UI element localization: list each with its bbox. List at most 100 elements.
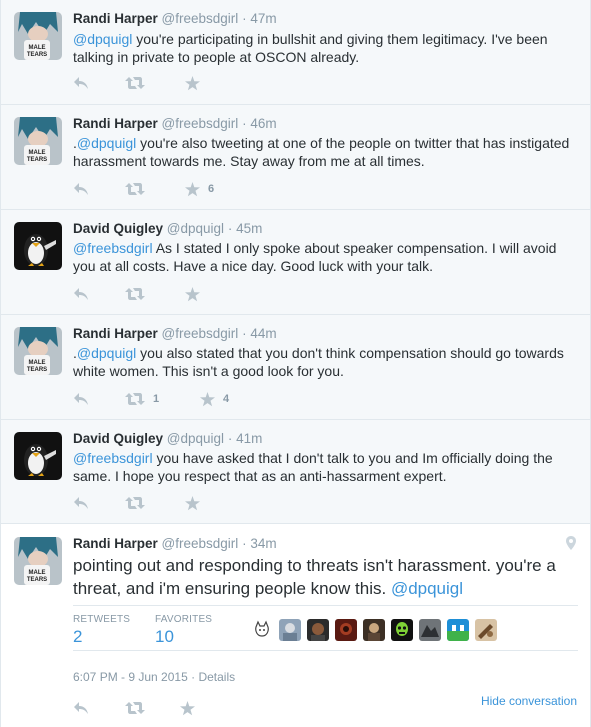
timestamp[interactable]: 44m — [250, 326, 276, 341]
favorite-button[interactable]: 6 — [185, 181, 214, 197]
reply-button[interactable] — [73, 391, 89, 407]
details-link[interactable]: Details — [198, 670, 235, 684]
faver-avatar[interactable] — [279, 619, 301, 641]
faver-avatar[interactable] — [363, 619, 385, 641]
tweet-stats: RETWEETS 2 FAVORITES 10 — [73, 605, 578, 651]
retweet-icon — [125, 392, 145, 406]
retweet-button[interactable]: 1 — [125, 391, 159, 407]
retweets-stat[interactable]: RETWEETS 2 — [73, 614, 130, 647]
timestamp[interactable]: 34m — [250, 536, 276, 551]
reply-button[interactable] — [73, 700, 89, 716]
retweet-icon — [125, 701, 145, 715]
svg-text:TEARS: TEARS — [27, 577, 47, 583]
mention-link[interactable]: @freebsdgirl — [73, 450, 153, 466]
fullname[interactable]: Randi Harper — [73, 536, 158, 551]
retweet-button[interactable] — [125, 286, 145, 302]
username[interactable]: @freebsdgirl — [162, 116, 239, 131]
reply-icon — [73, 701, 89, 715]
separator-dot: · — [242, 326, 247, 341]
reply-button[interactable] — [73, 75, 89, 91]
favorite-button[interactable] — [185, 495, 200, 511]
avatar[interactable]: MALE TEARS — [14, 117, 62, 165]
faver-avatar[interactable] — [447, 619, 469, 641]
fullname[interactable]: Randi Harper — [73, 326, 158, 341]
avatar[interactable] — [14, 432, 62, 480]
fullname[interactable]: Randi Harper — [73, 11, 158, 26]
username[interactable]: @dpquigl — [167, 221, 224, 236]
timestamp[interactable]: 47m — [250, 11, 276, 26]
faver-avatar[interactable] — [391, 619, 413, 641]
mention-link[interactable]: @dpquigl — [77, 135, 136, 151]
tweet[interactable]: MALE TEARS Randi Harper @freebsdgirl · 44… — [1, 315, 590, 420]
full-timestamp[interactable]: 6:07 PM - 9 Jun 2015 — [73, 670, 188, 684]
tweet-text: pointing out and responding to threats i… — [73, 555, 583, 600]
username[interactable]: @freebsdgirl — [162, 326, 239, 341]
avatar[interactable]: MALE TEARS — [14, 327, 62, 375]
reply-button[interactable] — [73, 495, 89, 511]
retweets-value: 2 — [73, 627, 83, 646]
retweet-button[interactable] — [125, 700, 145, 716]
tweet-body: pointing out and responding to threats i… — [73, 556, 556, 598]
faver-avatar[interactable] — [335, 619, 357, 641]
username[interactable]: @dpquigl — [167, 431, 224, 446]
svg-text:TEARS: TEARS — [27, 157, 47, 163]
svg-text:MALE: MALE — [29, 570, 46, 576]
reply-icon — [73, 76, 89, 90]
tweet-meta: 6:07 PM - 9 Jun 2015 · Details — [73, 670, 235, 684]
faver-avatar[interactable] — [475, 619, 497, 641]
mention-link[interactable]: @dpquigl — [391, 579, 463, 598]
favorite-button[interactable] — [185, 286, 200, 302]
tweet-body: you also stated that you don't think com… — [73, 345, 564, 379]
tweet[interactable]: MALE TEARS Randi Harper @freebsdgirl · 46… — [1, 105, 590, 210]
favorite-icon — [200, 391, 215, 407]
username[interactable]: @freebsdgirl — [162, 11, 239, 26]
favorite-icon — [185, 181, 200, 197]
retweet-icon — [125, 182, 145, 196]
tweet[interactable]: David Quigley @dpquigl · 41m @freebsdgir… — [1, 420, 590, 524]
favorites-value: 10 — [155, 627, 174, 646]
tweet-text: .@dpquigl you're also tweeting at one of… — [73, 134, 578, 170]
tweet-header: Randi Harper @freebsdgirl · 46m — [73, 116, 277, 131]
avatar[interactable] — [14, 222, 62, 270]
favorites-label: FAVORITES — [155, 614, 213, 625]
mention-link[interactable]: @dpquigl — [73, 31, 132, 47]
tweet-header: Randi Harper @freebsdgirl · 47m — [73, 11, 277, 26]
faver-avatar[interactable] — [307, 619, 329, 641]
fullname[interactable]: David Quigley — [73, 221, 163, 236]
avatar[interactable]: MALE TEARS — [14, 12, 62, 60]
faver-avatar[interactable] — [251, 619, 273, 641]
favorites-stat[interactable]: FAVORITES 10 — [155, 614, 212, 647]
hide-conversation-link[interactable]: Hide conversation — [481, 694, 577, 708]
timestamp[interactable]: 46m — [250, 116, 276, 131]
reply-button[interactable] — [73, 286, 89, 302]
faver-avatar[interactable] — [419, 619, 441, 641]
favorite-button[interactable] — [185, 75, 200, 91]
username[interactable]: @freebsdgirl — [162, 536, 239, 551]
tweet-text: .@dpquigl you also stated that you don't… — [73, 344, 578, 380]
favorite-button[interactable]: 4 — [200, 391, 229, 407]
separator-dot: · — [242, 116, 247, 131]
favorite-button[interactable] — [180, 700, 195, 716]
reply-button[interactable] — [73, 181, 89, 197]
retweet-button[interactable] — [125, 181, 145, 197]
location-pin-icon[interactable] — [566, 536, 576, 555]
fullname[interactable]: David Quigley — [73, 431, 163, 446]
svg-text:TEARS: TEARS — [27, 367, 47, 373]
fullname[interactable]: Randi Harper — [73, 116, 158, 131]
retweet-icon — [125, 76, 145, 90]
retweet-button[interactable] — [125, 75, 145, 91]
favorite-icon — [185, 286, 200, 302]
retweet-button[interactable] — [125, 495, 145, 511]
avatar[interactable]: MALE TEARS — [14, 537, 62, 585]
retweet-icon — [125, 496, 145, 510]
timestamp[interactable]: 45m — [236, 221, 262, 236]
favorite-icon — [185, 75, 200, 91]
retweet-icon — [125, 287, 145, 301]
tweet-header: David Quigley @dpquigl · 41m — [73, 431, 262, 446]
tweet-header: David Quigley @dpquigl · 45m — [73, 221, 262, 236]
timestamp[interactable]: 41m — [236, 431, 262, 446]
mention-link[interactable]: @freebsdgirl — [73, 240, 153, 256]
mention-link[interactable]: @dpquigl — [77, 345, 136, 361]
tweet[interactable]: David Quigley @dpquigl · 45m @freebsdgir… — [1, 210, 590, 315]
tweet[interactable]: MALE TEARS Randi Harper @freebsdgirl · 47… — [1, 0, 590, 105]
